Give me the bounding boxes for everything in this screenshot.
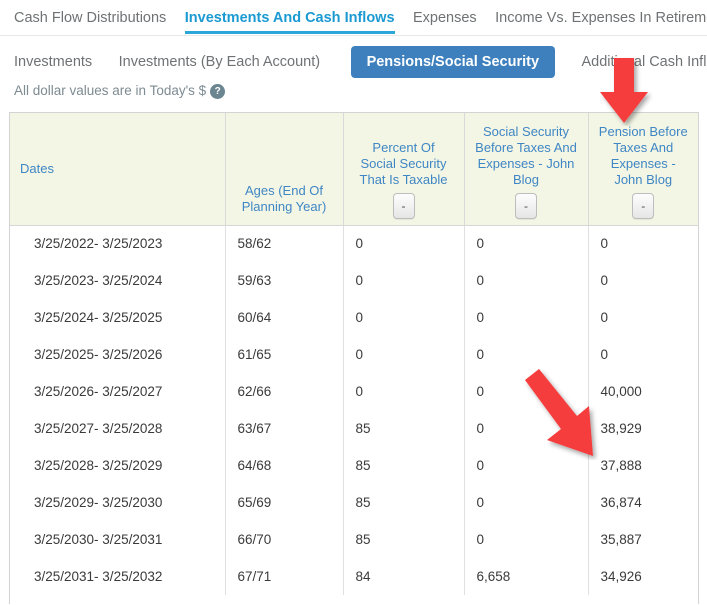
cell-ss_before_taxes_john_blog: 0 — [464, 336, 589, 373]
main-tab-bar: Cash Flow Distributions Investments And … — [0, 0, 707, 36]
column-header-dates-label: Dates — [20, 160, 54, 176]
cell-pension_before_taxes_john_blog: 0 — [588, 225, 698, 262]
cell-pct_ss_taxable: 0 — [343, 225, 465, 262]
column-header-ages[interactable]: Ages (End Of Planning Year) — [225, 113, 344, 226]
cell-ss_before_taxes_john_blog: 0 — [464, 484, 589, 521]
column-header-ages-label: Ages (End Of Planning Year) — [241, 182, 327, 214]
table-header-row: Dates Ages (End Of Planning Year) Percen… — [10, 113, 698, 226]
tab-investments-and-cash-inflows[interactable]: Investments And Cash Inflows — [184, 0, 395, 34]
cell-ss_before_taxes_john_blog: 0 — [464, 447, 589, 484]
cell-pct_ss_taxable: 0 — [343, 336, 465, 373]
cell-pension_before_taxes_john_blog: 0 — [588, 336, 698, 373]
cell-ages: 58/62 — [225, 225, 344, 262]
cell-pct_ss_taxable: 0 — [343, 373, 465, 410]
column-header-dates[interactable]: Dates — [10, 113, 226, 226]
cell-ages: 60/64 — [225, 299, 344, 336]
cell-pct_ss_taxable: 0 — [343, 299, 465, 336]
cell-pct_ss_taxable: 85 — [343, 521, 465, 558]
sub-tab-investments[interactable]: Investments — [14, 47, 92, 77]
cell-pension_before_taxes_john_blog: 35,887 — [588, 521, 698, 558]
table-row: 3/25/2028- 3/25/2029 64/68 85 0 37,888 — [10, 447, 698, 484]
cell-dates: 3/25/2026- 3/25/2027 — [10, 373, 226, 410]
tab-income-vs-expenses-in-retirement[interactable]: Income Vs. Expenses In Retirement — [495, 0, 707, 34]
cell-dates: 3/25/2029- 3/25/2030 — [10, 484, 226, 521]
cell-pct_ss_taxable: 0 — [343, 262, 465, 299]
cell-dates: 3/25/2025- 3/25/2026 — [10, 336, 226, 373]
cell-pension_before_taxes_john_blog: 0 — [588, 299, 698, 336]
collapse-column-pension-before-taxes-button[interactable]: - — [632, 192, 655, 219]
cell-ages: 66/70 — [225, 521, 344, 558]
column-header-social-security-before-taxes-john-blog[interactable]: Social Security Before Taxes And Expense… — [464, 113, 589, 226]
cell-ages: 61/65 — [225, 336, 344, 373]
cell-ss_before_taxes_john_blog: 0 — [464, 521, 589, 558]
cell-ss_before_taxes_john_blog: 0 — [464, 262, 589, 299]
cell-pct_ss_taxable: 84 — [343, 558, 465, 595]
column-header-percent-social-security-taxable[interactable]: Percent Of Social Security That Is Taxab… — [343, 113, 465, 226]
column-header-social-security-before-taxes-john-blog-label: Social Security Before Taxes And Expense… — [475, 123, 577, 187]
cell-ss_before_taxes_john_blog: 0 — [464, 373, 589, 410]
pensions-social-security-table-container: Dates Ages (End Of Planning Year) Percen… — [9, 112, 699, 604]
cell-dates: 3/25/2024- 3/25/2025 — [10, 299, 226, 336]
cell-dates: 3/25/2022- 3/25/2023 — [10, 225, 226, 262]
cell-dates: 3/25/2031- 3/25/2032 — [10, 558, 226, 595]
column-header-pension-before-taxes-john-blog[interactable]: Pension Before Taxes And Expenses - John… — [588, 113, 698, 226]
table-row: 3/25/2027- 3/25/2028 63/67 85 0 38,929 — [10, 410, 698, 447]
sub-tab-investments-by-each-account[interactable]: Investments (By Each Account) — [119, 47, 320, 77]
table-body: 3/25/2022- 3/25/2023 58/62 0 0 0 3/25/2023- 3… — [10, 225, 698, 595]
cell-pct_ss_taxable: 85 — [343, 447, 465, 484]
column-header-percent-social-security-taxable-label: Percent Of Social Security That Is Taxab… — [359, 139, 448, 187]
cell-ss_before_taxes_john_blog: 0 — [464, 410, 589, 447]
table-row: 3/25/2023- 3/25/2024 59/63 0 0 0 — [10, 262, 698, 299]
tab-bar-divider — [0, 35, 707, 36]
help-icon[interactable]: ? — [210, 84, 226, 99]
tab-cash-flow-distributions[interactable]: Cash Flow Distributions — [14, 0, 166, 34]
cell-ages: 65/69 — [225, 484, 344, 521]
cell-ages: 63/67 — [225, 410, 344, 447]
cell-pct_ss_taxable: 85 — [343, 484, 465, 521]
cell-ages: 62/66 — [225, 373, 344, 410]
sub-tab-additional-cash-inflow[interactable]: Additional Cash Inflow — [581, 47, 707, 77]
collapse-column-social-security-before-taxes-button[interactable]: - — [515, 192, 537, 219]
pensions-social-security-table: Dates Ages (End Of Planning Year) Percen… — [10, 113, 698, 595]
sub-tab-bar: Investments Investments (By Each Account… — [0, 46, 707, 78]
table-row: 3/25/2030- 3/25/2031 66/70 85 0 35,887 — [10, 521, 698, 558]
table-row: 3/25/2026- 3/25/2027 62/66 0 0 40,000 — [10, 373, 698, 410]
sub-tab-pensions-social-security[interactable]: Pensions/Social Security — [350, 46, 556, 78]
cell-pension_before_taxes_john_blog: 38,929 — [588, 410, 698, 447]
today-dollars-note-text: All dollar values are in Today's $ — [14, 83, 207, 98]
collapse-column-percent-social-security-taxable-button[interactable]: - — [392, 192, 415, 219]
column-header-pension-before-taxes-john-blog-label: Pension Before Taxes And Expenses - John… — [598, 123, 688, 187]
cell-pension_before_taxes_john_blog: 34,926 — [588, 558, 698, 595]
cell-ages: 64/68 — [225, 447, 344, 484]
table-row: 3/25/2022- 3/25/2023 58/62 0 0 0 — [10, 225, 698, 262]
table-row: 3/25/2025- 3/25/2026 61/65 0 0 0 — [10, 336, 698, 373]
cell-pension_before_taxes_john_blog: 37,888 — [588, 447, 698, 484]
table-row: 3/25/2024- 3/25/2025 60/64 0 0 0 — [10, 299, 698, 336]
cell-dates: 3/25/2027- 3/25/2028 — [10, 410, 226, 447]
cell-ages: 67/71 — [225, 558, 344, 595]
cell-pension_before_taxes_john_blog: 40,000 — [588, 373, 698, 410]
cell-pct_ss_taxable: 85 — [343, 410, 465, 447]
cell-dates: 3/25/2023- 3/25/2024 — [10, 262, 226, 299]
cell-pension_before_taxes_john_blog: 36,874 — [588, 484, 698, 521]
cell-dates: 3/25/2030- 3/25/2031 — [10, 521, 226, 558]
cell-ages: 59/63 — [225, 262, 344, 299]
tab-expenses[interactable]: Expenses — [413, 0, 477, 34]
cell-ss_before_taxes_john_blog: 0 — [464, 225, 589, 262]
today-dollars-note: All dollar values are in Today's $? — [14, 82, 226, 100]
cell-ss_before_taxes_john_blog: 6,658 — [464, 558, 589, 595]
cell-dates: 3/25/2028- 3/25/2029 — [10, 447, 226, 484]
table-row: 3/25/2031- 3/25/2032 67/71 84 6,658 34,926 — [10, 558, 698, 595]
cell-ss_before_taxes_john_blog: 0 — [464, 299, 589, 336]
table-row: 3/25/2029- 3/25/2030 65/69 85 0 36,874 — [10, 484, 698, 521]
cell-pension_before_taxes_john_blog: 0 — [588, 262, 698, 299]
